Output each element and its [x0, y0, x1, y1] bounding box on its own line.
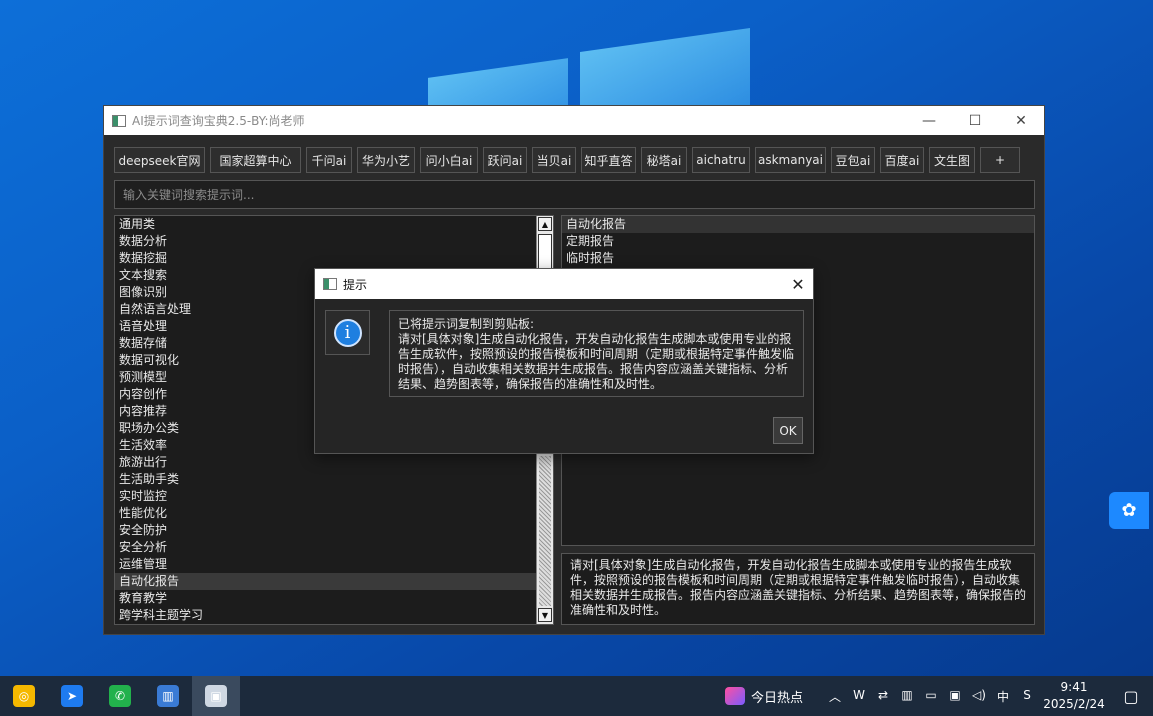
scroll-down-button[interactable]: ▼	[538, 608, 552, 622]
app-wechat-icon: ✆	[109, 685, 131, 707]
taskbar-app-orange[interactable]: ◎	[0, 676, 48, 716]
dialog-heading: 已将提示词复制到剪贴板:	[398, 317, 535, 331]
info-icon-box: i	[325, 310, 370, 355]
app-prompt-tool-icon: ▣	[205, 685, 227, 707]
hot-news-label: 今日热点	[750, 690, 803, 706]
subcategory-item[interactable]: 自动化报告	[562, 216, 1034, 233]
category-item[interactable]: 教育教学	[115, 590, 537, 607]
ok-button[interactable]: OK	[773, 417, 803, 444]
toolbar-button-10[interactable]: askmanyai	[755, 147, 826, 173]
toolbar-button-2[interactable]: 千问ai	[306, 147, 352, 173]
app-orange-icon: ◎	[13, 685, 35, 707]
notification-icon[interactable]: ▢	[1109, 687, 1153, 706]
subcategory-item[interactable]: 定期报告	[562, 233, 1034, 250]
toolbar-button-5[interactable]: 跃问ai	[483, 147, 527, 173]
toolbar-button-13[interactable]: 文生图	[929, 147, 975, 173]
tray-icon-6[interactable]: ◁)	[967, 688, 991, 705]
title-bar[interactable]: AI提示词查询宝典2.5-BY:尚老师 — ☐ ✕	[104, 106, 1044, 135]
side-floating-widget[interactable]: ✿	[1109, 492, 1149, 529]
toolbar-button-8[interactable]: 秘塔ai	[641, 147, 687, 173]
category-item[interactable]: 生活助手类	[115, 471, 537, 488]
app-icon	[112, 114, 126, 127]
category-item[interactable]: 数据分析	[115, 233, 537, 250]
category-item[interactable]: 跨学科主题学习	[115, 607, 537, 624]
toolbar-button-11[interactable]: 豆包ai	[831, 147, 875, 173]
tray-icon-7[interactable]: 中	[991, 688, 1015, 705]
toolbar-button-9[interactable]: aichatru	[692, 147, 750, 173]
tray-icon-1[interactable]: W	[847, 688, 871, 705]
tray-icon-4[interactable]: ▭	[919, 688, 943, 705]
category-item[interactable]: 性能优化	[115, 505, 537, 522]
scroll-up-button[interactable]: ▲	[538, 217, 552, 231]
tray-icon-5[interactable]: ▣	[943, 688, 967, 705]
tray-icon-2[interactable]: ⇄	[871, 688, 895, 705]
category-item[interactable]: 通用类	[115, 216, 537, 233]
taskbar-app-feishu[interactable]: ➤	[48, 676, 96, 716]
dialog-app-icon	[323, 278, 337, 290]
toolbar-button-4[interactable]: 问小白ai	[420, 147, 478, 173]
site-toolbar: deepseek官网 国家超算中心 千问ai 华为小艺 问小白ai 跃问ai 当贝ai 知乎直…	[114, 147, 1020, 173]
toolbar-button-0[interactable]: deepseek官网	[114, 147, 205, 173]
close-button[interactable]: ✕	[998, 106, 1044, 135]
toolbar-button-14[interactable]: +	[980, 147, 1020, 173]
category-item[interactable]: 实时监控	[115, 488, 537, 505]
tray-icon-0[interactable]: ︿	[823, 688, 847, 705]
taskbar-app-wechat[interactable]: ✆	[96, 676, 144, 716]
maximize-button[interactable]: ☐	[952, 106, 998, 135]
toolbar-button-6[interactable]: 当贝ai	[532, 147, 576, 173]
taskbar-app-files[interactable]: ▥	[144, 676, 192, 716]
category-item[interactable]: 数据挖掘	[115, 250, 537, 267]
prompt-detail[interactable]: 请对[具体对象]生成自动化报告，开发自动化报告生成脚本或使用专业的报告生成软件，…	[561, 553, 1035, 625]
hot-news-widget[interactable]: 今日热点	[724, 687, 803, 706]
toolbar-button-1[interactable]: 国家超算中心	[210, 147, 301, 173]
toolbar-button-3[interactable]: 华为小艺	[357, 147, 415, 173]
minimize-button[interactable]: —	[906, 106, 952, 135]
clock-date: 2025/2/24	[1043, 697, 1105, 711]
search-input[interactable]: 输入关键词搜索提示词...	[114, 180, 1035, 209]
window-title: AI提示词查询宝典2.5-BY:尚老师	[132, 114, 305, 128]
dialog-close-button[interactable]: ✕	[783, 269, 813, 299]
info-icon: i	[333, 318, 362, 347]
toolbar-button-7[interactable]: 知乎直答	[581, 147, 636, 173]
tray-icon-3[interactable]: ▥	[895, 688, 919, 705]
category-item[interactable]: 旅游出行	[115, 454, 537, 471]
scroll-track[interactable]	[539, 456, 551, 606]
dialog-title: 提示	[343, 277, 368, 292]
info-dialog: 提示 ✕ i 已将提示词复制到剪贴板: 请对[具体对象]生成自动化报告，开发自动…	[314, 268, 814, 454]
subcategory-item[interactable]: 临时报告	[562, 250, 1034, 267]
clock[interactable]: 9:41 2025/2/24	[1039, 679, 1109, 713]
toolbar-button-12[interactable]: 百度ai	[880, 147, 924, 173]
category-item[interactable]: 安全分析	[115, 539, 537, 556]
clock-time: 9:41	[1060, 680, 1088, 694]
taskbar-app-prompt-tool[interactable]: ▣	[192, 676, 240, 716]
tray-icon-8[interactable]: S	[1015, 688, 1039, 705]
system-tray: 今日热点 ︿ W ⇄ ▥ ▭ ▣ ◁) 中 S 9:41 2025/2/24 ▢	[724, 676, 1153, 716]
category-item[interactable]: 自动化报告	[115, 573, 537, 590]
category-item[interactable]: 运维管理	[115, 556, 537, 573]
dialog-body: 请对[具体对象]生成自动化报告，开发自动化报告生成脚本或使用专业的报告生成软件，…	[398, 332, 795, 391]
app-files-icon: ▥	[157, 685, 179, 707]
taskbar: ◎ ➤ ✆ ▥ ▣ 今日热点 ︿ W ⇄ ▥ ▭ ▣ ◁) 中 S 9:41 2025/2/24 ▢	[0, 676, 1153, 716]
dialog-title-bar[interactable]: 提示 ✕	[315, 269, 813, 299]
category-item[interactable]: 安全防护	[115, 522, 537, 539]
hot-news-icon	[724, 687, 745, 705]
dialog-message: 已将提示词复制到剪贴板: 请对[具体对象]生成自动化报告，开发自动化报告生成脚本…	[389, 310, 804, 397]
app-feishu-icon: ➤	[61, 685, 83, 707]
